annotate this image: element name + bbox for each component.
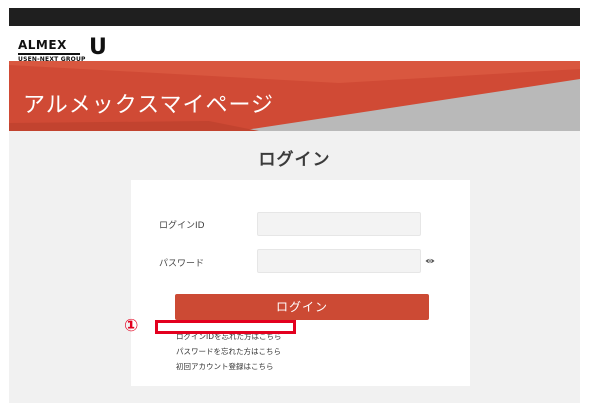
page-frame: ALMEX USEN-NEXT GROUP U アルメックスマイページ ログイン…: [9, 8, 580, 403]
login-id-label: ログインID: [159, 221, 205, 231]
login-card: ログインID パスワード ログイン ログインIDを忘れた方はこちら パスワードを…: [131, 180, 470, 386]
almex-logo[interactable]: ALMEX: [18, 38, 67, 52]
password-input[interactable]: [257, 249, 421, 273]
banner-title: アルメックスマイページ: [23, 93, 275, 118]
logo-underline: [18, 53, 80, 55]
eye-icon[interactable]: [425, 256, 435, 266]
first-registration-link[interactable]: 初回アカウント登録はこちら: [176, 361, 274, 372]
hero-banner: アルメックスマイページ: [9, 61, 580, 131]
annotation-marker: ①: [124, 316, 139, 336]
top-bar: [9, 8, 580, 26]
login-button[interactable]: ログイン: [175, 294, 429, 320]
login-id-input[interactable]: [257, 212, 421, 236]
page-title: ログイン: [258, 150, 331, 170]
forgot-password-link[interactable]: パスワードを忘れた方はこちら: [176, 346, 281, 357]
annotation-highlight-box: [155, 320, 296, 334]
password-label: パスワード: [159, 259, 205, 269]
u-logo: U: [89, 35, 107, 60]
